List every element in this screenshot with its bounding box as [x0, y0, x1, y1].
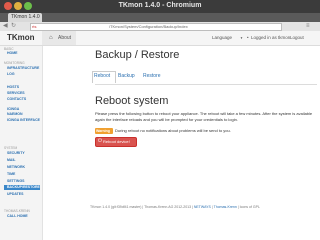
sidebar-item-label: MAIL — [7, 158, 16, 162]
sidebar-item-label: INFRASTRUCTURE — [7, 66, 40, 70]
footer: TKmon 1.4.0 (git:f39df41 master) | Thoma… — [90, 205, 310, 210]
sidebar-item-label: ICINGA — [7, 107, 20, 111]
language-menu[interactable]: Language — [212, 31, 232, 45]
sidebar-item-network[interactable]: NETWORK — [4, 165, 40, 170]
tab-backup[interactable]: Backup — [118, 73, 135, 80]
sidebar-section-monitoring: MONITORING — [4, 61, 25, 65]
warning-badge-label: Warning — [96, 129, 110, 133]
sidebar-item-mail[interactable]: MAIL — [4, 158, 40, 163]
url-path: /TKmon/System/Configuration/Backup/Index — [109, 24, 188, 29]
section-title: Reboot system — [95, 95, 169, 107]
sidebar-item-security[interactable]: SECURITY — [4, 151, 40, 156]
power-icon: ⏻ — [98, 138, 102, 144]
warning-text: During reboot no notifications about pro… — [115, 128, 231, 133]
tab-divider — [95, 84, 317, 85]
sidebar-item-contacts[interactable]: CONTACTS — [4, 97, 40, 102]
footer-text: TKmon 1.4.0 (git:f39df41 master) | Thoma… — [90, 205, 193, 209]
sidebar-item-naemon[interactable]: NAEMON — [4, 112, 40, 117]
footer-link-netways[interactable]: NETWAYS — [194, 205, 211, 209]
sidebar-item-label: NETWORK — [7, 165, 26, 169]
sidebar-item-hosts[interactable]: HOSTS — [4, 85, 40, 90]
reboot-button-label: Reboot device! — [103, 139, 130, 144]
sidebar-item-backup-restore[interactable]: BACKUP/RESTORE — [4, 185, 40, 190]
logged-in-label: Logged in as tkmon — [251, 35, 291, 40]
app-logo: TKmon — [7, 33, 35, 42]
sidebar-item-log[interactable]: LOG — [4, 72, 40, 77]
nav-about-label: About — [58, 35, 72, 41]
home-icon: ⌂ — [49, 35, 53, 41]
page-title: Backup / Restore — [95, 49, 180, 61]
sidebar-item-time[interactable]: TIME — [4, 172, 40, 177]
footer-link-thomas-krenn[interactable]: Thomas-Krenn — [214, 205, 237, 209]
sidebar-section-thomas-krenn: THOMAS-KRENN — [4, 209, 30, 213]
sidebar-item-label: LOG — [7, 72, 15, 76]
sidebar-item-label: CONTACTS — [7, 97, 27, 101]
footer-separator: | — [211, 205, 213, 209]
sidebar-item-label: ICINGA INTERFACE — [7, 118, 40, 122]
reload-icon[interactable]: ↻ — [11, 22, 16, 31]
logout-link[interactable]: Logout — [290, 31, 304, 45]
sidebar-item-label: HOSTS — [7, 85, 20, 89]
sidebar-item-services[interactable]: SERVICES — [4, 91, 40, 96]
user-icon: • — [247, 35, 249, 40]
sidebar-item-label: BACKUP/RESTORE — [7, 185, 40, 189]
sidebar-item-label: SERVICES — [7, 91, 25, 95]
reboot-description: Please press the following button to reb… — [95, 111, 313, 122]
sidebar-item-label: NAEMON — [7, 112, 23, 116]
sidebar-item-infrastructure[interactable]: INFRASTRUCTURE — [4, 66, 40, 71]
sidebar-section-system: SYSTEM — [4, 146, 18, 150]
sidebar-item-icinga-interface[interactable]: ICINGA INTERFACE — [4, 118, 40, 128]
menu-icon[interactable]: ≡ — [306, 22, 310, 31]
sidebar-item-label: TIME — [7, 172, 16, 176]
url-https-text: rts — [32, 24, 37, 29]
sidebar-item-label: CALL HOME — [7, 214, 28, 218]
sidebar-item-home[interactable]: HOME — [4, 51, 40, 56]
back-icon[interactable]: ◀ — [3, 22, 8, 31]
footer-tail: | Icons of GPL — [237, 205, 260, 209]
sidebar-item-label: SECURITY — [7, 151, 25, 155]
tab-strip — [0, 13, 320, 22]
chevron-down-icon: ▼ — [240, 36, 243, 40]
tab-reboot[interactable]: Reboot — [94, 73, 110, 80]
sidebar-item-label: HOME — [7, 51, 18, 55]
sidebar-item-call-home[interactable]: CALL HOME — [4, 214, 40, 219]
sidebar-item-label: SETTINGS — [7, 179, 25, 183]
tab-restore[interactable]: Restore — [143, 73, 161, 80]
sidebar-item-label: UPDATES — [7, 192, 24, 196]
browser-tab-label: TKmon 1.4.0 — [11, 14, 40, 20]
sidebar-item-settings[interactable]: SETTINGS — [4, 179, 40, 184]
sidebar-item-updates[interactable]: UPDATES — [4, 192, 40, 197]
window-title: TKmon 1.4.0 - Chromium — [118, 2, 202, 9]
